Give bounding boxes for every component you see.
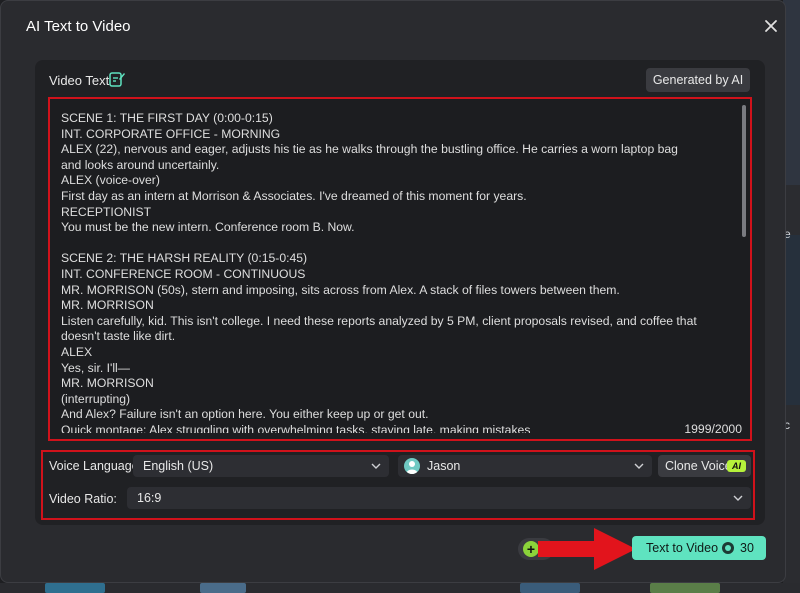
clone-voice-label: Clone Voice xyxy=(665,459,732,473)
script-line: You must be the new intern. Conference r… xyxy=(61,220,355,235)
credit-cost: 30 xyxy=(740,541,754,555)
script-line: SCENE 1: THE FIRST DAY (0:00-0:15) xyxy=(61,111,273,125)
video-ratio-select[interactable]: 16:9 xyxy=(127,487,751,509)
video-text-textarea[interactable]: SCENE 1: THE FIRST DAY (0:00-0:15) INT. C… xyxy=(48,97,752,441)
video-ratio-value: 16:9 xyxy=(137,491,162,505)
script-line: MR. MORRISON xyxy=(61,298,154,313)
script-line: MR. MORRISON xyxy=(61,376,154,391)
script-line: First day as an intern at Morrison & Ass… xyxy=(61,188,527,203)
script-text[interactable]: SCENE 1: THE FIRST DAY (0:00-0:15) INT. C… xyxy=(61,111,701,433)
script-line: ALEX xyxy=(61,344,93,359)
clone-voice-button[interactable]: Clone Voice AI xyxy=(658,455,751,477)
voice-value: Jason xyxy=(427,459,461,473)
voice-language-value: English (US) xyxy=(143,459,214,473)
chevron-down-icon xyxy=(733,495,743,501)
background-thumbnail xyxy=(200,583,246,593)
credit-coin-icon xyxy=(722,542,734,554)
script-line: INT. CORPORATE OFFICE - MORNING xyxy=(61,126,281,141)
generated-by-ai-button[interactable]: Generated by AI xyxy=(646,68,750,92)
video-ratio-label: Video Ratio: xyxy=(49,492,117,506)
voice-select[interactable]: Jason xyxy=(398,455,652,477)
script-line: MR. MORRISON (50s), stern and imposing, … xyxy=(61,282,620,297)
background-media-strip xyxy=(0,583,800,593)
script-line: ALEX (22), nervous and eager, adjusts hi… xyxy=(61,142,682,172)
voice-language-label: Voice Language: xyxy=(49,459,143,473)
voice-settings-panel: Voice Language: English (US) Jason Clone… xyxy=(41,450,755,520)
text-to-video-label: Text to Video xyxy=(646,541,719,555)
script-line: And Alex? Failure isn't an option here. … xyxy=(61,407,429,422)
script-line xyxy=(61,236,701,252)
script-line: ALEX (voice-over) xyxy=(61,173,160,188)
background-thumbnail xyxy=(650,583,720,593)
plus-icon: + xyxy=(523,541,539,557)
background-thumbnail xyxy=(520,583,580,593)
red-arrow-annotation xyxy=(538,528,636,570)
script-line: SCENE 2: THE HARSH REALITY (0:15-0:45) xyxy=(61,251,308,266)
script-line: Yes, sir. I'll— xyxy=(61,360,130,375)
dialog-title: AI Text to Video xyxy=(26,18,131,35)
script-line: Quick montage: Alex struggling with over… xyxy=(61,422,531,433)
edit-note-icon[interactable] xyxy=(108,70,126,88)
chevron-down-icon xyxy=(634,463,644,469)
background-thumbnail xyxy=(45,583,105,593)
text-to-video-button[interactable]: Text to Video 30 xyxy=(632,536,766,560)
script-line: (interrupting) xyxy=(61,391,131,406)
textarea-scrollbar[interactable] xyxy=(742,105,746,237)
avatar xyxy=(404,458,420,474)
close-icon[interactable] xyxy=(760,15,782,37)
ai-badge: AI xyxy=(727,460,746,472)
voice-language-select[interactable]: English (US) xyxy=(133,455,389,477)
video-text-label: Video Text xyxy=(49,73,110,88)
character-counter: 1999/2000 xyxy=(684,422,742,436)
chevron-down-icon xyxy=(371,463,381,469)
script-line: INT. CONFERENCE ROOM - CONTINUOUS xyxy=(61,266,306,281)
script-line: RECEPTIONIST xyxy=(61,204,152,219)
script-line: Listen carefully, kid. This isn't colleg… xyxy=(61,313,701,344)
